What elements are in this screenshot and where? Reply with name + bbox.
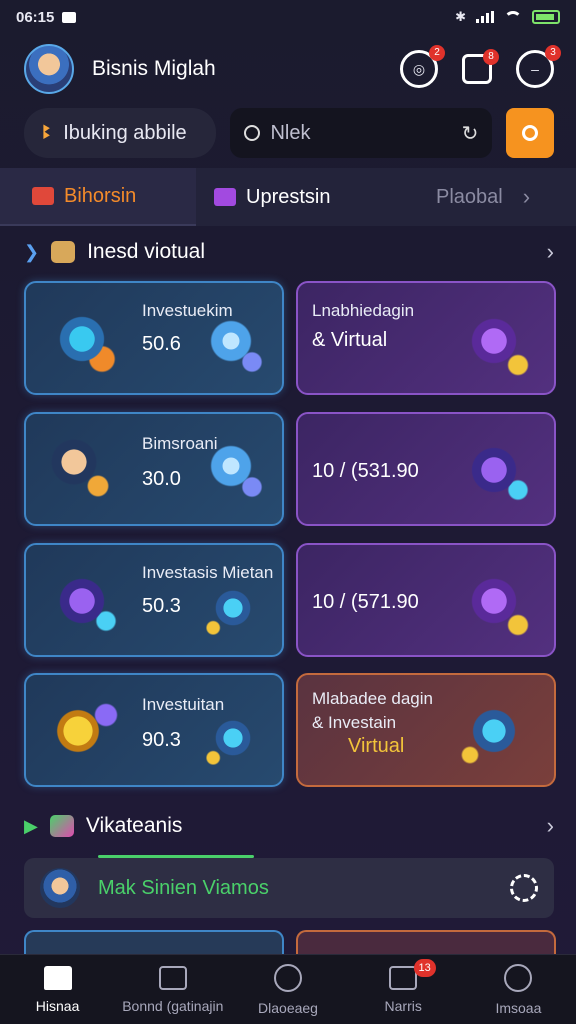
image-icon [389,965,418,990]
chart-up-icon [200,705,266,771]
card-value: 10 / (571.90 [312,591,419,613]
tab-plaobal[interactable]: Plaobal [406,168,503,226]
battery-icon [532,10,560,24]
nav-badge: 13 [413,959,436,977]
nav-home[interactable]: Hisnaa [0,955,115,1024]
dial-icon [274,963,302,992]
card-value: 50.3 [142,595,181,617]
search-row: ꔪ Ibuking abbile Nlek ↻ [24,108,554,158]
chevron-right-icon[interactable]: › [547,239,554,265]
card-vault[interactable]: 10 / (571.90 [296,543,556,657]
card-value: 30.0 [142,468,181,490]
list-item-text: Mak Sinien Viamos [98,876,269,899]
section-title: Inesd viotual [87,240,206,263]
target-badge: 2 [429,45,445,61]
nav-label: Narris [384,997,422,1014]
nav-dial[interactable]: Dlaoeaeg [230,955,345,1024]
section-title: Vikateanis [85,814,183,837]
card-value: & Virtual [312,329,388,351]
laptop-icon [196,438,266,508]
loading-icon [510,874,538,902]
card-value: 90.3 [142,729,181,751]
card-title: Lnabhiedagin [312,301,415,320]
search-button[interactable] [506,108,554,158]
refresh-icon[interactable]: ↻ [462,121,479,146]
people-icon: ꔪ [42,121,52,144]
pilot-icon [42,430,122,510]
pilot-icon [51,241,76,263]
chevron-right-icon[interactable]: › [547,813,554,839]
app-icon [49,815,74,837]
card-crypto[interactable]: Investasis Mietan 50.3 [24,543,284,657]
coin-icon [42,691,122,771]
chevron-right-icon[interactable]: › [523,184,530,210]
server-icon [454,301,534,381]
crypto-icon [42,561,122,641]
vault-icon [454,561,534,641]
username: Bisnis Miglah [92,57,216,80]
tab-label: Plaobal [436,185,503,208]
filter-chip-label: Ibuking abbile [63,121,187,144]
search-input[interactable]: Nlek ↻ [230,108,493,158]
arrow-right-icon: ❯ [24,241,40,262]
card-title: Mlabadee dagin [312,689,433,708]
tab-uprestsin[interactable]: Uprestsin [196,168,406,226]
card-subtitle: & Investain [312,713,397,732]
profile-icon [504,963,533,992]
notification-badge: 8 [483,49,499,65]
minus-circle-icon[interactable]: –3 [516,45,561,88]
bluetooth-icon: ✱ [455,9,466,24]
filter-chip[interactable]: ꔪ Ibuking abbile [24,108,217,158]
nav-label: Bonnd (gatinajin [122,997,224,1014]
search-icon [244,125,261,141]
mail-icon [62,11,77,23]
card-coin[interactable]: Investuitan 90.3 [24,673,284,787]
screen-icon [454,691,534,771]
status-time: 06:15 [16,8,55,26]
cube-icon [454,430,534,510]
calendar-icon [32,187,54,205]
section-header[interactable]: ❯ Inesd viotual › [24,234,554,270]
chip-icon [214,188,236,206]
nav-label: Imsoaa [495,999,542,1016]
card-virtual[interactable]: Lnabhiedagin & Virtual [296,281,556,395]
card-value: 50.6 [142,333,181,355]
app-header: Bisnis Miglah ◎ 2 8 –3 [24,42,561,96]
avatar [40,868,80,908]
bottom-nav: Hisnaa Bonnd (gatinajin Dlaoeaeg 13 Narr… [0,954,576,1024]
nav-label: Dlaoeaeg [258,999,318,1016]
tab-bar: Bihorsin Uprestsin Plaobal › [0,168,576,226]
tab-bihorsin[interactable]: Bihorsin [0,168,196,226]
card-investment[interactable]: Investuekim 50.6 [24,281,284,395]
target-icon[interactable]: ◎ 2 [400,45,445,88]
search-button-icon [522,125,539,141]
nav-label: Hisnaa [35,997,80,1014]
notification-icon[interactable]: 8 [462,49,499,84]
card-value: 10 / (531.90 [312,460,419,482]
investment-icon [42,299,122,379]
nav-narris[interactable]: 13 Narris [346,955,461,1024]
signal-icon [476,11,494,23]
wifi-icon [504,11,522,23]
tab-label: Bihorsin [64,184,137,207]
card-pilot[interactable]: Bimsroani 30.0 [24,412,284,526]
cards-icon [200,575,266,641]
play-icon: ▶ [24,815,38,836]
minus-badge: 3 [545,45,561,61]
list-icon [158,965,187,990]
nav-profile[interactable]: Imsoaa [461,955,576,1024]
card-investain[interactable]: Mlabadee dagin & Investain Virtual [296,673,556,787]
card-value: Virtual [348,735,405,757]
nav-bond[interactable]: Bonnd (gatinajin [115,955,230,1024]
home-icon [43,965,72,990]
list-item[interactable]: Mak Sinien Viamos [24,858,554,918]
search-value: Nlek [270,121,311,144]
tablet-icon [196,313,266,383]
tab-label: Uprestsin [246,185,331,208]
avatar[interactable] [24,44,74,94]
section-header[interactable]: ▶ Vikateanis › [24,808,554,844]
status-bar: 06:15 ✱ [0,0,576,34]
card-cube[interactable]: 10 / (531.90 [296,412,556,526]
